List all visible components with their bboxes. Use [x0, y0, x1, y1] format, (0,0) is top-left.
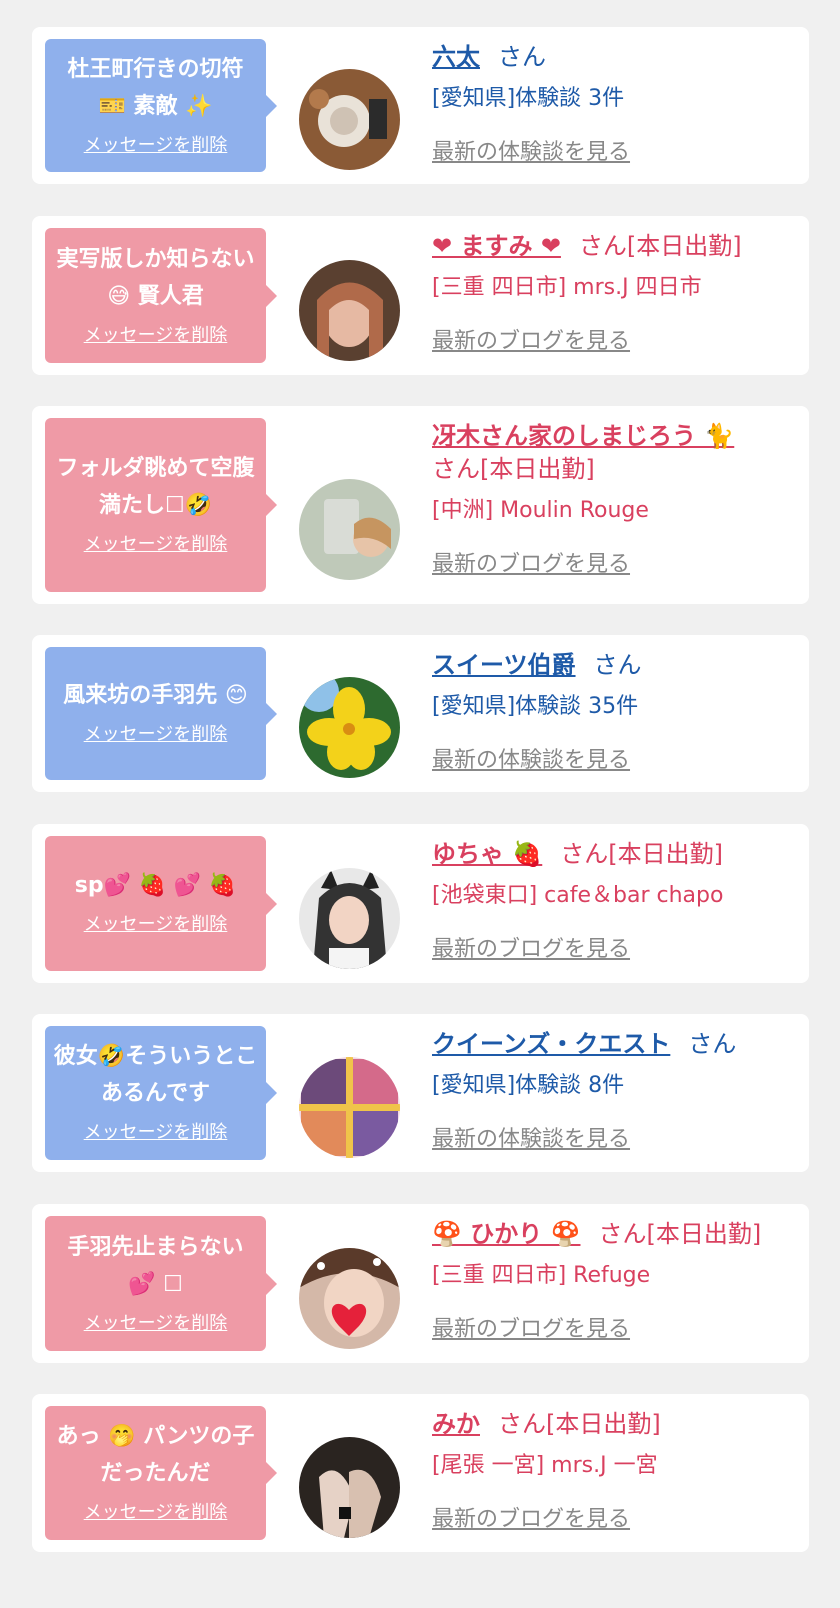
user-info: スイーツ伯爵 さん [愛知県]体験談 35件 最新の体験談を見る	[432, 635, 809, 774]
message-card: あっ 🤭 パンツの子だったんだ メッセージを削除 みか さん[本日出勤] [尾張 …	[32, 1394, 809, 1552]
user-info: 冴木さん家のしまじろう 🐈 さん[本日出勤] [中洲] Moulin Rouge …	[432, 406, 809, 578]
user-info: ❤ ますみ ❤ さん[本日出勤] [三重 四日市] mrs.J 四日市 最新のブロ…	[432, 216, 809, 355]
view-latest-link[interactable]: 最新のブログを見る	[432, 931, 630, 963]
message-card: 彼女🤣そういうとこあるんです メッセージを削除 クイーンズ・クエスト さん [愛知…	[32, 1014, 809, 1172]
delete-message-link[interactable]: メッセージを削除	[84, 131, 228, 157]
message-card: 杜王町行きの切符 🎫 素敵 ✨ メッセージを削除 六太 さん [愛知県]体験談 3…	[32, 27, 809, 184]
avatar-image	[299, 1247, 400, 1349]
view-latest-link[interactable]: 最新のブログを見る	[432, 323, 630, 355]
user-suffix: さん	[688, 1030, 737, 1058]
user-info: 六太 さん [愛知県]体験談 3件 最新の体験談を見る	[432, 27, 809, 166]
message-bubble: 風来坊の手羽先 😊 メッセージを削除	[45, 647, 277, 780]
view-latest-link[interactable]: 最新のブログを見る	[432, 546, 630, 578]
user-suffix: さん	[498, 43, 546, 71]
message-bubble: 手羽先止まらない 💕 ☐ メッセージを削除	[45, 1216, 277, 1351]
user-location: [愛知県]体験談 35件	[432, 694, 639, 719]
user-info: ゆちゃ 🍓 さん[本日出勤] [池袋東口] cafe＆bar chapo 最新のブ…	[432, 824, 809, 963]
message-text: あっ 🤭 パンツの子だったんだ	[56, 1424, 255, 1486]
delete-message-link[interactable]: メッセージを削除	[84, 1309, 228, 1335]
user-suffix: さん[本日出勤]	[598, 1220, 762, 1248]
message-card: 実写版しか知らない 😅 賢人君 メッセージを削除 ❤ ますみ ❤ さん[本日出勤]…	[32, 216, 809, 375]
user-location: [三重 四日市] mrs.J 四日市	[432, 275, 702, 300]
avatar[interactable]	[299, 677, 400, 778]
user-location: [愛知県]体験談 8件	[432, 1073, 625, 1098]
message-bubble: あっ 🤭 パンツの子だったんだ メッセージを削除	[45, 1406, 277, 1540]
user-info: 🍄 ひかり 🍄 さん[本日出勤] [三重 四日市] Refuge 最新のブログを見…	[432, 1204, 809, 1343]
user-suffix: さん[本日出勤]	[560, 840, 723, 868]
view-latest-link[interactable]: 最新の体験談を見る	[432, 742, 630, 774]
message-bubble: sp💕 🍓 💕 🍓 メッセージを削除	[45, 836, 277, 971]
user-location: [愛知県]体験談 3件	[432, 86, 625, 111]
message-list: 杜王町行きの切符 🎫 素敵 ✨ メッセージを削除 六太 さん [愛知県]体験談 3…	[0, 0, 840, 1552]
message-card: フォルダ眺めて空腹満たし☐🤣 メッセージを削除 冴木さん家のしまじろう 🐈 さん[…	[32, 406, 809, 604]
user-location: [池袋東口] cafe＆bar chapo	[432, 883, 724, 908]
delete-message-link[interactable]: メッセージを削除	[84, 530, 228, 556]
message-card: 手羽先止まらない 💕 ☐ メッセージを削除 🍄 ひかり 🍄 さん[本日出勤] [三…	[32, 1204, 809, 1363]
user-suffix: さん[本日出勤]	[578, 232, 742, 260]
message-bubble: 杜王町行きの切符 🎫 素敵 ✨ メッセージを削除	[45, 39, 277, 172]
message-text: 杜王町行きの切符 🎫 素敵 ✨	[67, 56, 244, 119]
avatar[interactable]	[299, 867, 400, 969]
message-bubble: 彼女🤣そういうとこあるんです メッセージを削除	[45, 1026, 277, 1160]
avatar[interactable]	[299, 1056, 400, 1158]
message-text: sp💕 🍓 💕 🍓	[74, 873, 237, 898]
avatar-image	[299, 1056, 400, 1158]
user-name-link[interactable]: 🍄 ひかり 🍄	[432, 1220, 580, 1248]
avatar[interactable]	[299, 1247, 400, 1349]
delete-message-link[interactable]: メッセージを削除	[84, 1498, 228, 1524]
avatar-image	[299, 867, 400, 969]
user-suffix: さん	[593, 651, 642, 679]
message-card: sp💕 🍓 💕 🍓 メッセージを削除 ゆちゃ 🍓 さん[本日出勤] [池袋東口] …	[32, 824, 809, 983]
avatar-image	[299, 1436, 400, 1538]
view-latest-link[interactable]: 最新のブログを見る	[432, 1311, 630, 1343]
user-name-link[interactable]: スイーツ伯爵	[432, 651, 576, 679]
message-text: 彼女🤣そういうとこあるんです	[53, 1044, 258, 1106]
view-latest-link[interactable]: 最新のブログを見る	[432, 1501, 630, 1533]
user-info: みか さん[本日出勤] [尾張 一宮] mrs.J 一宮 最新のブログを見る	[432, 1394, 809, 1533]
user-location: [三重 四日市] Refuge	[432, 1263, 651, 1288]
avatar[interactable]	[299, 1436, 400, 1538]
user-name-link[interactable]: みか	[432, 1410, 480, 1438]
avatar[interactable]	[299, 478, 400, 580]
delete-message-link[interactable]: メッセージを削除	[84, 910, 228, 936]
avatar-image	[299, 69, 400, 170]
user-name-link[interactable]: ❤ ますみ ❤	[432, 232, 561, 260]
view-latest-link[interactable]: 最新の体験談を見る	[432, 134, 630, 166]
delete-message-link[interactable]: メッセージを削除	[84, 321, 228, 347]
message-text: 風来坊の手羽先 😊	[63, 683, 248, 708]
user-name-link[interactable]: クイーンズ・クエスト	[432, 1030, 670, 1058]
delete-message-link[interactable]: メッセージを削除	[84, 1118, 228, 1144]
message-bubble: フォルダ眺めて空腹満たし☐🤣 メッセージを削除	[45, 418, 277, 592]
user-name-link[interactable]: 冴木さん家のしまじろう 🐈	[432, 422, 734, 450]
message-text: フォルダ眺めて空腹満たし☐🤣	[56, 456, 255, 518]
message-card: 風来坊の手羽先 😊 メッセージを削除 スイーツ伯爵 さん [愛知県]体験談 35…	[32, 635, 809, 792]
avatar[interactable]	[299, 259, 400, 361]
message-bubble: 実写版しか知らない 😅 賢人君 メッセージを削除	[45, 228, 277, 363]
user-suffix: さん[本日出勤]	[432, 455, 595, 483]
avatar-image	[299, 478, 400, 580]
message-text: 手羽先止まらない 💕 ☐	[67, 1234, 244, 1297]
user-suffix: さん[本日出勤]	[498, 1410, 661, 1438]
user-name-link[interactable]: ゆちゃ 🍓	[432, 840, 542, 868]
avatar[interactable]	[299, 69, 400, 170]
message-text: 実写版しか知らない 😅 賢人君	[56, 246, 255, 309]
user-location: [尾張 一宮] mrs.J 一宮	[432, 1453, 658, 1478]
user-info: クイーンズ・クエスト さん [愛知県]体験談 8件 最新の体験談を見る	[432, 1014, 809, 1153]
user-location: [中洲] Moulin Rouge	[432, 498, 649, 523]
view-latest-link[interactable]: 最新の体験談を見る	[432, 1121, 630, 1153]
avatar-image	[299, 259, 400, 361]
user-name-link[interactable]: 六太	[432, 43, 480, 71]
avatar-image	[299, 677, 400, 778]
delete-message-link[interactable]: メッセージを削除	[84, 720, 228, 746]
